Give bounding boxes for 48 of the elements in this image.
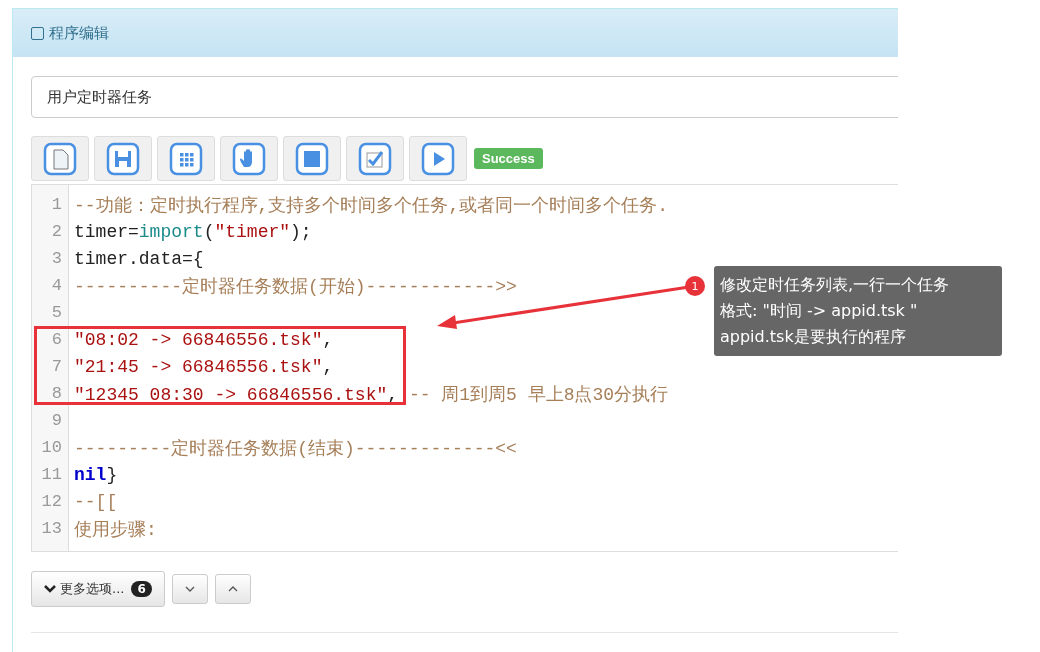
line-number: 13 xyxy=(40,519,62,538)
line-number: 9 xyxy=(50,411,62,430)
code-line: timer.data={ xyxy=(74,248,204,269)
line-number: 7 xyxy=(50,357,62,376)
code-line: --功能：定时执行程序,支持多个时间多个任务,或者同一个时间多个任务. xyxy=(74,194,668,217)
line-number: 10 xyxy=(40,438,62,457)
code-line: ---------定时器任务数据(结束)-------------<< xyxy=(74,437,517,460)
name-field[interactable]: 用户定时器任务 xyxy=(31,76,898,118)
stop-button[interactable] xyxy=(283,136,341,181)
line-number: 12 xyxy=(40,492,62,511)
line-number: 3 xyxy=(50,249,62,268)
line-number: 4 xyxy=(50,276,62,295)
code-line: ----------定时器任务数据(开始)------------>> xyxy=(74,275,517,298)
grid-button[interactable] xyxy=(157,136,215,181)
line-number: 8 xyxy=(50,384,62,403)
file-icon xyxy=(43,141,77,176)
hand-button[interactable] xyxy=(220,136,278,181)
line-number: 2 xyxy=(50,222,62,241)
chevron-down-icon xyxy=(44,584,56,594)
code-line: nil} xyxy=(74,464,118,485)
chevron-down-icon xyxy=(184,585,195,593)
scroll-up-button[interactable] xyxy=(214,574,251,604)
callout-text: appid.tsk是要执行的程序 xyxy=(720,326,907,348)
stop-icon xyxy=(295,141,329,176)
callout-text: 格式: "时间 -> appid.tsk " xyxy=(720,300,919,322)
chevron-up-icon xyxy=(227,585,238,593)
more-options-button[interactable]: 更多选项... 6 xyxy=(31,571,165,607)
play-icon xyxy=(421,141,455,176)
code-line: 使用步骤: xyxy=(74,518,157,541)
play-button[interactable] xyxy=(409,136,467,181)
code-line: timer=import("timer"); xyxy=(74,221,312,242)
line-number: 6 xyxy=(50,330,62,349)
save-button[interactable] xyxy=(94,136,152,181)
line-number: 5 xyxy=(50,303,62,322)
check-button[interactable] xyxy=(346,136,404,181)
hand-icon xyxy=(232,141,266,176)
line-number: 11 xyxy=(40,465,62,484)
code-line: "08:02 -> 66846556.tsk", xyxy=(74,329,334,350)
code-line: "21:45 -> 66846556.tsk", xyxy=(74,356,334,377)
panel-title: 程序编辑 xyxy=(49,23,109,43)
grid-icon xyxy=(169,141,203,176)
line-number: 1 xyxy=(50,195,62,214)
new-button[interactable] xyxy=(31,136,89,181)
checkbox-icon xyxy=(358,141,392,176)
square-icon xyxy=(31,26,44,40)
code-line: --[[ xyxy=(74,491,118,512)
status-badge: Success xyxy=(474,148,543,169)
callout-text: 修改定时任务列表,一行一个任务 xyxy=(720,274,951,296)
